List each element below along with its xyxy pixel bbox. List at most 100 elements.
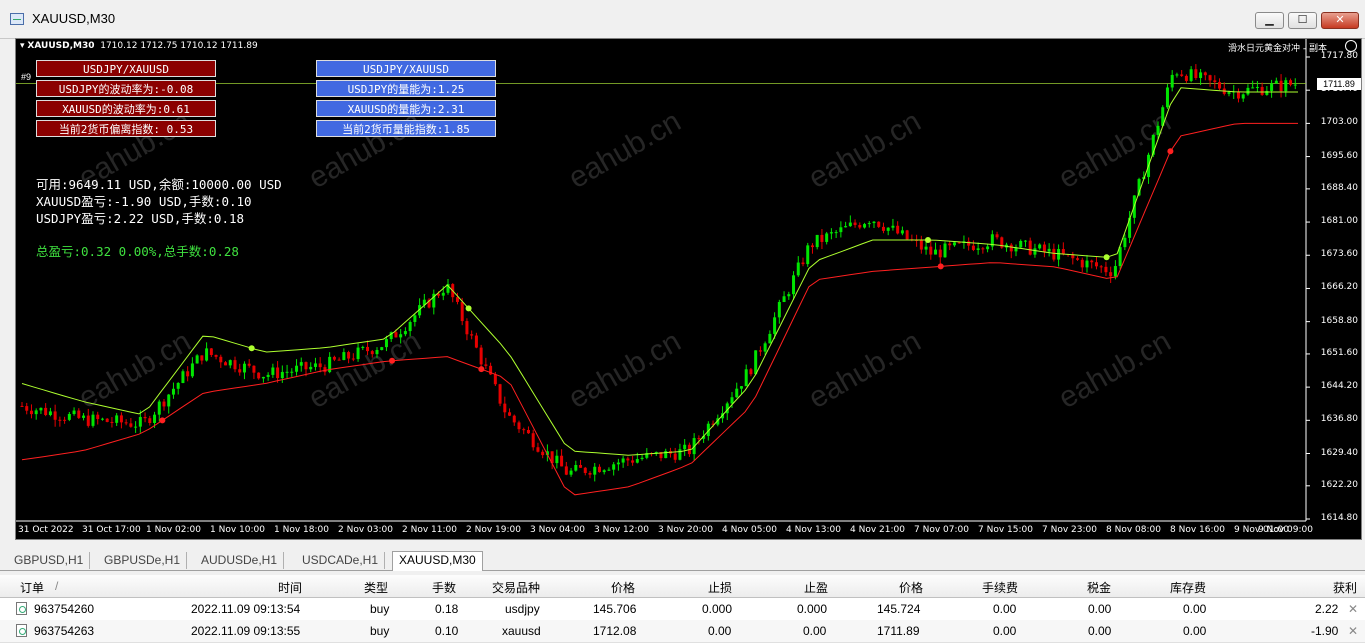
- candle-body: [1028, 240, 1032, 255]
- col-taxes[interactable]: 税金: [1087, 579, 1111, 596]
- candle-body: [361, 346, 365, 348]
- signal-dot: [248, 345, 255, 352]
- table-row[interactable]: 963754260 2022.11.09 09:13:54 buy 0.18 u…: [0, 598, 1365, 621]
- price-axis-label: 1703.00: [1320, 117, 1358, 128]
- order-current-price: 145.724: [877, 602, 921, 616]
- candle-body: [143, 416, 147, 419]
- tab-gbpusd-h1[interactable]: GBPUSD,H1: [8, 552, 91, 569]
- candle-body: [100, 418, 104, 420]
- candle-body: [186, 371, 190, 377]
- col-symbol[interactable]: 交易品种: [492, 579, 540, 596]
- order-time: 2022.11.09 09:13:55: [191, 624, 301, 638]
- candle-body: [948, 243, 952, 246]
- order-tp: 0.000: [797, 602, 828, 616]
- candle-body: [1213, 80, 1217, 83]
- candle-body: [1104, 266, 1108, 273]
- order-swap: 0.00: [1183, 602, 1207, 616]
- order-volume: 0.10: [435, 624, 459, 638]
- col-current-price[interactable]: 价格: [899, 579, 923, 596]
- candle-body: [1260, 86, 1264, 95]
- candle-body: [1189, 69, 1193, 81]
- col-tp[interactable]: 止盈: [804, 579, 828, 596]
- candle-body: [484, 364, 488, 366]
- order-icon: [16, 624, 27, 637]
- col-swap[interactable]: 库存费: [1170, 579, 1206, 596]
- pair-button-left[interactable]: USDJPY/XAUUSD: [36, 60, 216, 77]
- order-profit: -1.90: [1311, 624, 1339, 638]
- candle-body: [508, 412, 512, 416]
- xauusd-volatility-label: XAUUSD的波动率为:0.61: [36, 100, 216, 117]
- current-price-tag: 1711.89: [1317, 77, 1361, 90]
- candle-body: [1274, 80, 1278, 84]
- tab-usdcade-h1[interactable]: USDCADe,H1: [296, 552, 386, 569]
- candle-body: [673, 453, 677, 460]
- close-order-icon[interactable]: ✕: [1348, 602, 1358, 616]
- candle-body: [276, 367, 280, 379]
- col-profit[interactable]: 获利: [1333, 579, 1357, 596]
- tab-xauusd-m30[interactable]: XAUUSD,M30: [392, 551, 483, 571]
- table-row[interactable]: 963754263 2022.11.09 09:13:55 buy 0.10 x…: [0, 620, 1365, 643]
- col-time[interactable]: 时间: [278, 579, 302, 596]
- candle-body: [219, 356, 223, 363]
- order-volume: 0.18: [435, 602, 459, 616]
- candle-body: [86, 415, 90, 426]
- time-axis-label: 3 Nov 12:00: [594, 525, 649, 535]
- pair-button-right[interactable]: USDJPY/XAUUSD: [316, 60, 496, 77]
- col-volume[interactable]: 手数: [432, 579, 456, 596]
- candle-body: [787, 294, 791, 297]
- maximize-button[interactable]: ☐: [1288, 12, 1317, 29]
- tab-audusde-h1[interactable]: AUDUSDe,H1: [195, 552, 285, 569]
- candle-body: [612, 464, 616, 470]
- candle-body: [299, 362, 303, 366]
- minimize-button[interactable]: ▁: [1255, 12, 1284, 29]
- close-order-icon[interactable]: ✕: [1348, 624, 1358, 638]
- signal-dot: [159, 417, 166, 424]
- price-axis-label: 1658.80: [1320, 315, 1358, 326]
- candle-body: [1170, 74, 1174, 88]
- candle-body: [607, 469, 611, 471]
- tab-gbpusde-h1[interactable]: GBPUSDe,H1: [98, 552, 188, 569]
- candle-body: [214, 354, 218, 357]
- col-commission[interactable]: 手续费: [982, 579, 1018, 596]
- candle-body: [498, 384, 502, 404]
- price-chart[interactable]: eahub.cn eahub.cn eahub.cn eahub.cn eahub.cn…: [15, 38, 1362, 540]
- candle-body: [67, 414, 71, 420]
- col-type[interactable]: 类型: [364, 579, 388, 596]
- candle-body: [134, 426, 138, 428]
- candle-body: [1033, 248, 1037, 255]
- candle-body: [683, 444, 687, 450]
- candle-body: [834, 232, 838, 234]
- close-button[interactable]: ✕: [1321, 12, 1359, 29]
- candle-body: [96, 414, 100, 420]
- candle-body: [1199, 72, 1203, 78]
- candle-body: [148, 418, 152, 424]
- candle-body: [597, 466, 601, 473]
- price-axis-label: 1717.80: [1320, 51, 1358, 61]
- candle-body: [252, 365, 256, 373]
- order-commission: 0.00: [993, 624, 1017, 638]
- candle-body: [257, 372, 261, 379]
- candle-body: [815, 234, 819, 248]
- candle-body: [522, 429, 526, 431]
- candle-body: [810, 245, 814, 248]
- candle-body: [1236, 91, 1240, 99]
- watermark-text: eahub.cn: [803, 325, 926, 415]
- col-price[interactable]: 价格: [611, 579, 635, 596]
- time-axis-label: 7 Nov 07:00: [914, 525, 969, 535]
- price-axis-label: 1695.60: [1320, 150, 1358, 161]
- candlestick-chart: eahub.cn eahub.cn eahub.cn eahub.cn eahub.cn…: [16, 39, 1310, 522]
- col-order[interactable]: 订单: [20, 579, 44, 596]
- candle-body: [413, 315, 417, 322]
- order-profit: 2.22: [1315, 602, 1339, 616]
- candle-body: [129, 423, 133, 427]
- candle-body: [754, 350, 758, 375]
- candle-body: [839, 227, 843, 233]
- candle-body: [77, 410, 81, 418]
- candle-body: [138, 416, 142, 427]
- col-sl[interactable]: 止损: [708, 579, 732, 596]
- candle-body: [1293, 84, 1297, 86]
- candle-body: [1246, 87, 1250, 95]
- candle-body: [806, 245, 810, 265]
- chart-tabs: GBPUSD,H1 GBPUSDe,H1 AUDUSDe,H1 USDCADe,…: [0, 550, 1365, 571]
- time-axis-label: 4 Nov 21:00: [850, 525, 905, 535]
